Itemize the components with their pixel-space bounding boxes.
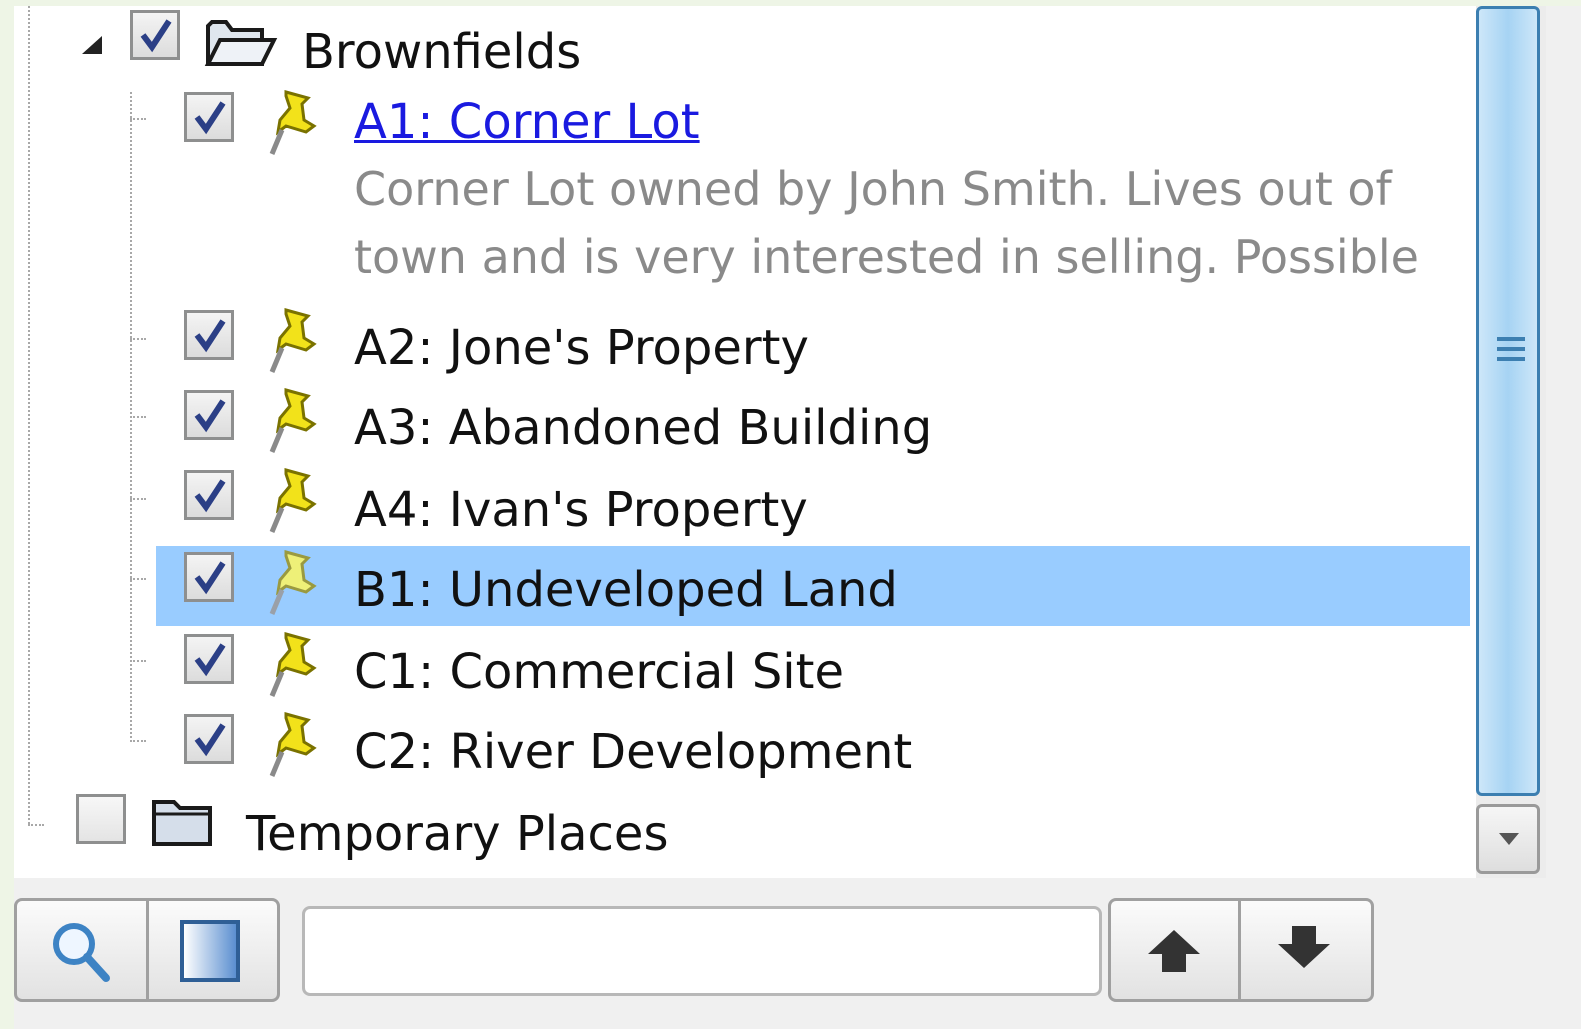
tree-line: [130, 416, 146, 418]
button-divider: [1238, 900, 1241, 1000]
brownfields-checkbox[interactable]: [130, 10, 180, 60]
closed-folder-icon: [150, 794, 216, 854]
small-down-arrow-icon: [1499, 833, 1519, 845]
move-down-button[interactable]: [1242, 902, 1370, 998]
scrollbar-thumb[interactable]: [1476, 6, 1540, 796]
tree-line: [130, 660, 146, 662]
place-label-c2[interactable]: C2: River Development: [354, 722, 912, 782]
place-label-a3[interactable]: A3: Abandoned Building: [354, 398, 932, 458]
collapse-triangle-icon[interactable]: [80, 34, 104, 60]
pushpin-icon: [262, 86, 318, 158]
place-link-a1[interactable]: A1: Corner Lot: [354, 92, 700, 152]
window-frame-left: [0, 0, 14, 1029]
place-label-c1[interactable]: C1: Commercial Site: [354, 642, 844, 702]
temporary-places-checkbox[interactable]: [76, 794, 126, 844]
tree-line: [28, 824, 44, 826]
vertical-scrollbar[interactable]: [1476, 6, 1546, 878]
place-checkbox-c2[interactable]: [184, 714, 234, 764]
folder-label-brownfields[interactable]: Brownfields: [302, 22, 581, 82]
place-checkbox-a4[interactable]: [184, 470, 234, 520]
place-label-a4[interactable]: A4: Ivan's Property: [354, 480, 808, 540]
place-checkbox-c1[interactable]: [184, 634, 234, 684]
place-checkbox-a1[interactable]: [184, 92, 234, 142]
pushpin-icon: [262, 628, 318, 700]
place-checkbox-b1[interactable]: [184, 552, 234, 602]
search-icon: [53, 923, 110, 982]
place-label-a2[interactable]: A2: Jone's Property: [354, 318, 809, 378]
tree-line: [130, 578, 146, 580]
folder-label-temporary-places[interactable]: Temporary Places: [246, 804, 668, 864]
search-button[interactable]: [18, 902, 144, 998]
places-tree-panel: Brownfields A1: Corner Lot Corner Lot ow…: [14, 6, 1476, 878]
pushpin-icon: [262, 546, 318, 618]
open-folder-icon: [202, 12, 278, 76]
pushpin-icon: [262, 464, 318, 536]
place-label-b1[interactable]: B1: Undeveloped Land: [354, 560, 898, 620]
place-description-line-2: town and is very interested in selling. …: [354, 230, 1419, 284]
place-checkbox-a2[interactable]: [184, 310, 234, 360]
pushpin-icon: [262, 304, 318, 376]
scroll-down-button[interactable]: [1476, 804, 1540, 874]
pushpin-icon: [262, 708, 318, 780]
tree-line: [130, 338, 146, 340]
pushpin-icon: [262, 384, 318, 456]
up-arrow-icon: [1148, 930, 1200, 972]
grip-icon: [1495, 333, 1527, 371]
tree-line: [28, 6, 30, 824]
tree-line: [130, 498, 146, 500]
tree-line: [130, 740, 146, 742]
list-view-button[interactable]: [150, 902, 276, 998]
place-description-line-1: Corner Lot owned by John Smith. Lives ou…: [354, 162, 1392, 216]
down-arrow-icon: [1278, 926, 1330, 968]
list-view-icon: [180, 920, 240, 982]
search-input[interactable]: [302, 906, 1102, 996]
tree-line: [130, 118, 146, 120]
button-divider: [146, 900, 149, 1000]
move-up-button[interactable]: [1112, 902, 1236, 998]
place-checkbox-a3[interactable]: [184, 390, 234, 440]
